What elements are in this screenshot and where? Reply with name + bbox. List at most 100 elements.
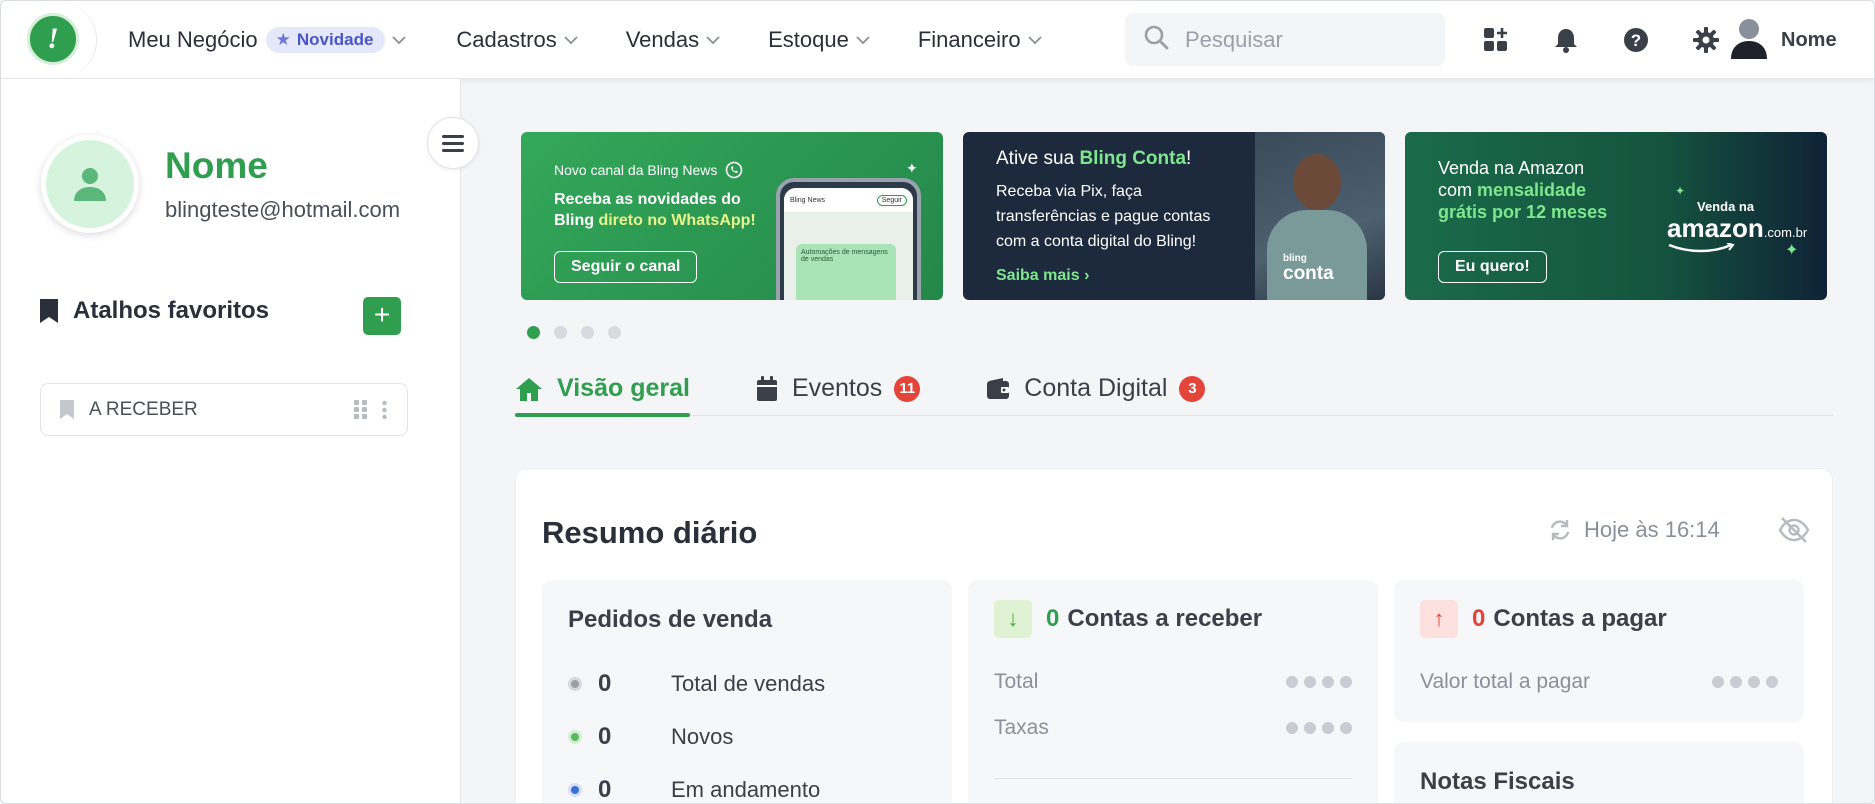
banner-line-2: com mensalidade (1438, 180, 1587, 200)
top-actions: ? (1461, 1, 1741, 79)
tab-label: Conta Digital (1024, 374, 1168, 402)
tab-visao-geral[interactable]: Visão geral (515, 361, 690, 417)
top-navigation-bar: ! Meu Negócio ★ Novidade Cadastros Venda… (1, 1, 1874, 79)
invoices-panel: Notas Fiscais (1394, 742, 1804, 803)
dashboard-tabs: Visão geral Eventos 11 Conta Digital 3 (515, 361, 1833, 417)
more-vertical-icon[interactable] (382, 400, 387, 420)
profile-email: blingteste@hotmail.com (165, 197, 401, 222)
tab-label: Visão geral (557, 374, 690, 402)
nav-estoque[interactable]: Estoque (768, 27, 870, 53)
carousel-dot[interactable] (608, 326, 621, 339)
main-menu: Meu Negócio ★ Novidade Cadastros Vendas … (128, 1, 1090, 79)
drag-handle-icon[interactable] (354, 399, 368, 420)
chevron-down-icon (1027, 32, 1042, 48)
search-input[interactable] (1185, 26, 1425, 53)
nav-cadastros[interactable]: Cadastros (456, 27, 578, 53)
receivable-row-total: Total (994, 670, 1352, 694)
hamburger-icon (442, 134, 464, 138)
chevron-down-icon (706, 32, 720, 48)
eu-quero-button[interactable]: Eu quero! (1438, 251, 1547, 283)
sparkle-icon: ✦ (1785, 242, 1799, 259)
follow-channel-button[interactable]: Seguir o canal (554, 251, 698, 283)
phone-message: Automações de mensagens de vendas (796, 244, 896, 300)
carousel-dot[interactable] (581, 326, 594, 339)
banner-body-1: Receba via Pix, faça (996, 183, 1142, 200)
conta-digital-count-badge: 3 (1179, 375, 1206, 402)
banner-body-2: transferências e pague contas (996, 208, 1211, 225)
accounts-payable-panel: ↑ 0 Contas a pagar Valor total a pagar (1394, 580, 1804, 722)
sales-orders-title: Pedidos de venda (568, 606, 773, 633)
nav-financeiro[interactable]: Financeiro (918, 27, 1042, 53)
whatsapp-icon (726, 161, 743, 179)
banner-title: Ative sua Bling Conta! (996, 148, 1192, 169)
sidebar-toggle-button[interactable] (427, 117, 479, 169)
carousel-indicators (527, 326, 635, 339)
banner-line-1: Venda na Amazon (1438, 158, 1585, 178)
favorite-label: A RECEBER (89, 398, 198, 420)
accounts-receivable-panel: ↓ 0 Contas a receber Total Taxas (968, 580, 1378, 803)
carousel-dot[interactable] (527, 326, 540, 339)
banner-whatsapp-channel[interactable]: Novo canal da Bling News Receba as novid… (521, 132, 943, 300)
banner-line-3: grátis por 12 meses (1438, 202, 1608, 222)
banner-bling-conta[interactable]: Ative sua Bling Conta! Receba via Pix, f… (963, 132, 1385, 300)
bell-icon[interactable] (1531, 27, 1601, 53)
star-icon: ★ (275, 30, 291, 49)
bling-logo[interactable]: ! (27, 13, 79, 65)
chevron-down-icon (856, 32, 870, 48)
sidebar: Nome blingteste@hotmail.com Atalhos favo… (1, 79, 479, 803)
badge-label: Novidade (296, 30, 374, 49)
receivable-title[interactable]: ↓ 0 Contas a receber (994, 600, 1262, 638)
logo-area: ! (1, 1, 97, 79)
payable-row-total: Valor total a pagar (1420, 670, 1778, 694)
tab-eventos[interactable]: Eventos 11 (756, 361, 921, 416)
payable-title[interactable]: ↑ 0 Contas a pagar (1420, 600, 1667, 638)
receivable-row-taxas: Taxas (994, 716, 1352, 740)
hide-values-icon[interactable] (1778, 517, 1810, 548)
favorite-tools (354, 399, 387, 420)
refresh-icon (1550, 520, 1570, 540)
sparkle-icon: ✦ (1675, 184, 1686, 198)
banner-body-3: com a conta digital do Bling! (996, 233, 1197, 250)
app-window: ! Meu Negócio ★ Novidade Cadastros Venda… (0, 0, 1875, 804)
orders-row-em-andamento[interactable]: 0 Em andamento (568, 776, 820, 803)
orders-row-novos[interactable]: 0 Novos (568, 723, 733, 751)
bling-conta-logo: bling conta (1283, 253, 1334, 284)
add-favorite-button[interactable]: + (363, 297, 401, 335)
hidden-value-dots (1280, 676, 1352, 688)
help-icon[interactable]: ? (1601, 27, 1671, 53)
status-dot (568, 783, 582, 797)
hidden-value-dots (1706, 676, 1778, 688)
phone-mockup: Bling News Seguir Automações de mensagen… (776, 178, 921, 300)
hidden-value-dots (1280, 722, 1352, 734)
eventos-count-badge: 11 (894, 375, 921, 402)
banner-kicker: Novo canal da Bling News (554, 161, 743, 179)
search-box (1125, 13, 1445, 66)
carousel-dot[interactable] (554, 326, 567, 339)
search-icon (1143, 24, 1169, 55)
banner-amazon[interactable]: Venda na Amazon com mensalidade grátis p… (1405, 132, 1827, 300)
saiba-mais-link[interactable]: Saiba mais › (996, 267, 1089, 285)
tab-conta-digital[interactable]: Conta Digital 3 (986, 361, 1206, 416)
user-menu[interactable]: Nome (1731, 17, 1837, 64)
status-dot (568, 677, 582, 691)
nav-label: Meu Negócio (128, 27, 258, 52)
amazon-smile-icon (1668, 242, 1735, 253)
favorite-item-a-receber[interactable]: A RECEBER (40, 383, 408, 436)
apps-icon[interactable] (1461, 27, 1531, 53)
user-name: Nome (1781, 29, 1837, 51)
profile-avatar[interactable] (41, 135, 139, 233)
nav-meu-negocio[interactable]: Meu Negócio ★ Novidade (128, 27, 407, 53)
calendar-icon (756, 375, 778, 402)
tab-label: Eventos (791, 374, 883, 402)
novidade-badge: ★ Novidade (265, 27, 386, 53)
svg-text:?: ? (1631, 31, 1641, 50)
banner-line-2: Bling direto no WhatsApp! (554, 212, 756, 229)
orders-row-total[interactable]: 0 Total de vendas (568, 670, 825, 698)
user-avatar-icon (1731, 17, 1767, 64)
bookmark-icon (60, 400, 74, 419)
last-updated[interactable]: Hoje às 16:14 (1548, 517, 1720, 543)
summary-title: Resumo diário (542, 515, 758, 550)
sparkle-icon: ✦ (906, 160, 918, 176)
nav-vendas[interactable]: Vendas (626, 27, 720, 53)
status-dot (568, 730, 582, 744)
